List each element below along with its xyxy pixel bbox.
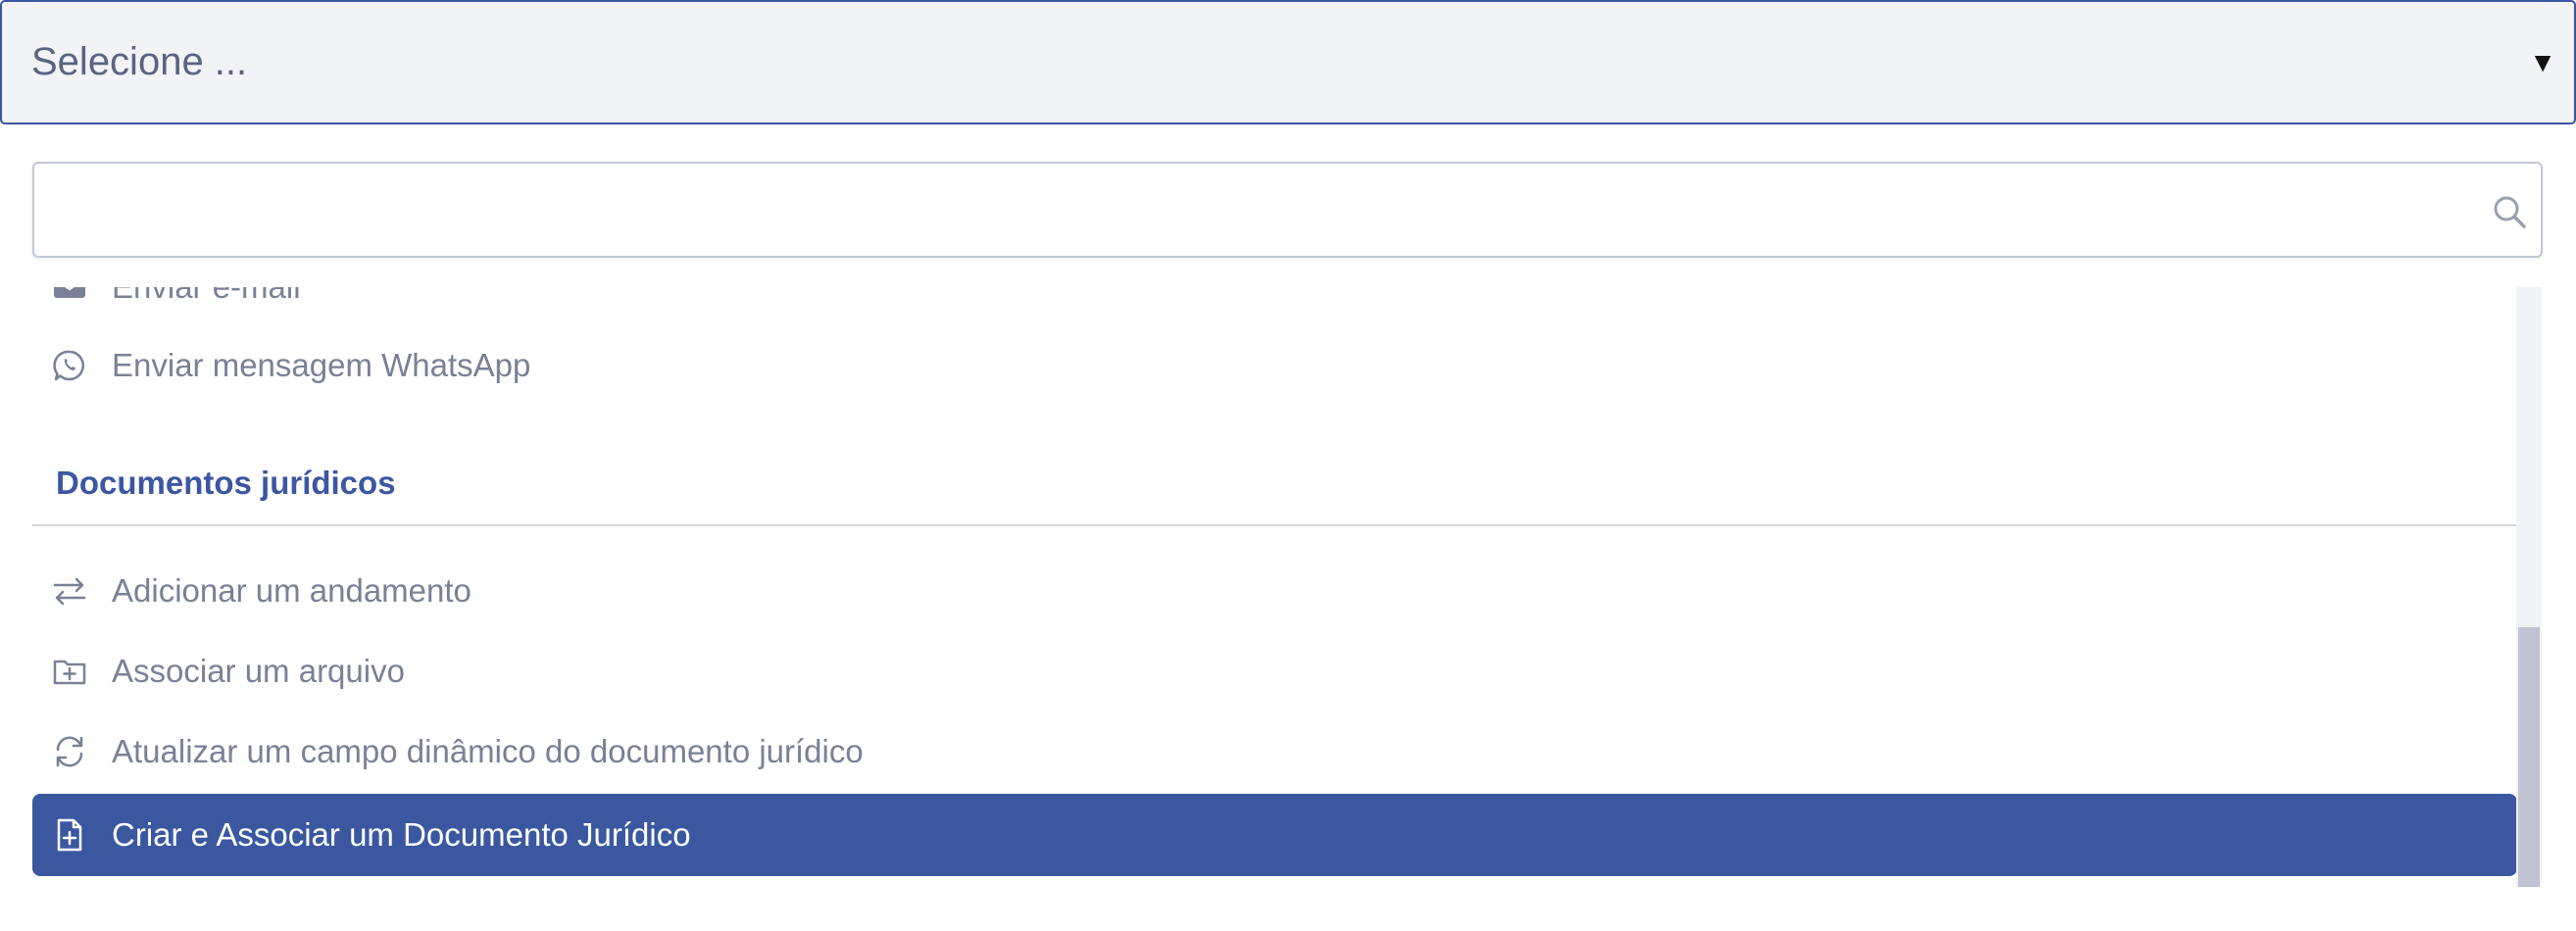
list-item-label: Enviar e-mail	[112, 287, 301, 306]
group-header: Documentos jurídicos	[56, 465, 396, 501]
whatsapp-icon	[53, 350, 84, 381]
chevron-down-icon[interactable]: ▼	[2529, 2, 2556, 122]
search-field[interactable]	[32, 162, 2543, 258]
list-item[interactable]: Atualizar um campo dinâmico do documento…	[32, 710, 2517, 793]
list-item-label: Adicionar um andamento	[112, 572, 471, 609]
options-list[interactable]: Enviar e-mail Enviar mensagem WhatsApp D…	[32, 287, 2542, 887]
list-item[interactable]: Adicionar um andamento	[32, 550, 2517, 632]
refresh-icon	[56, 736, 83, 767]
search-input[interactable]	[34, 164, 2541, 256]
file-plus-icon	[57, 818, 82, 852]
list-item-active[interactable]: Criar e Associar um Documento Jurídico	[32, 794, 2517, 876]
group-divider	[32, 524, 2517, 526]
list-item[interactable]: Enviar e-mail	[32, 287, 2517, 328]
select-placeholder: Selecione ...	[31, 40, 248, 83]
search-icon	[2494, 196, 2526, 228]
list-item[interactable]: Associar um arquivo	[32, 630, 2517, 712]
list-item-label: Enviar mensagem WhatsApp	[112, 347, 531, 383]
list-item-label: Atualizar um campo dinâmico do documento…	[112, 733, 864, 769]
email-icon	[54, 287, 85, 298]
arrows-exchange-icon	[53, 577, 86, 606]
scrollbar-thumb[interactable]	[2518, 627, 2540, 887]
list-item-label: Associar um arquivo	[112, 653, 405, 689]
action-select[interactable]: Selecione ... ▼	[0, 0, 2576, 124]
list-item[interactable]: Enviar mensagem WhatsApp	[32, 324, 2517, 407]
list-item-label: Criar e Associar um Documento Jurídico	[112, 816, 691, 853]
folder-plus-icon	[53, 660, 86, 685]
